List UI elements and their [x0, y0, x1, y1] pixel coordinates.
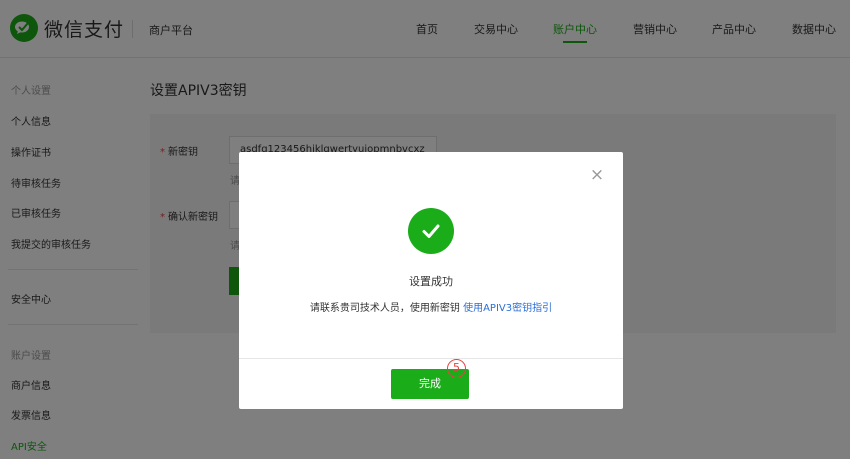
- dialog-title: 设置成功: [409, 275, 453, 288]
- close-icon[interactable]: ×: [587, 165, 607, 185]
- dialog-description-text: 请联系贵司技术人员，使用新密钥: [309, 303, 460, 314]
- success-check-icon: [408, 208, 454, 254]
- dialog-description: 请联系贵司技术人员，使用新密钥 使用APIV3密钥指引: [239, 299, 623, 314]
- apiv3-guide-link[interactable]: 使用APIV3密钥指引: [463, 303, 552, 314]
- success-dialog: × 设置成功 请联系贵司技术人员，使用新密钥 使用APIV3密钥指引 完成: [239, 152, 623, 409]
- dialog-footer-divider: [239, 358, 623, 359]
- step-number-marker: 5: [447, 359, 466, 378]
